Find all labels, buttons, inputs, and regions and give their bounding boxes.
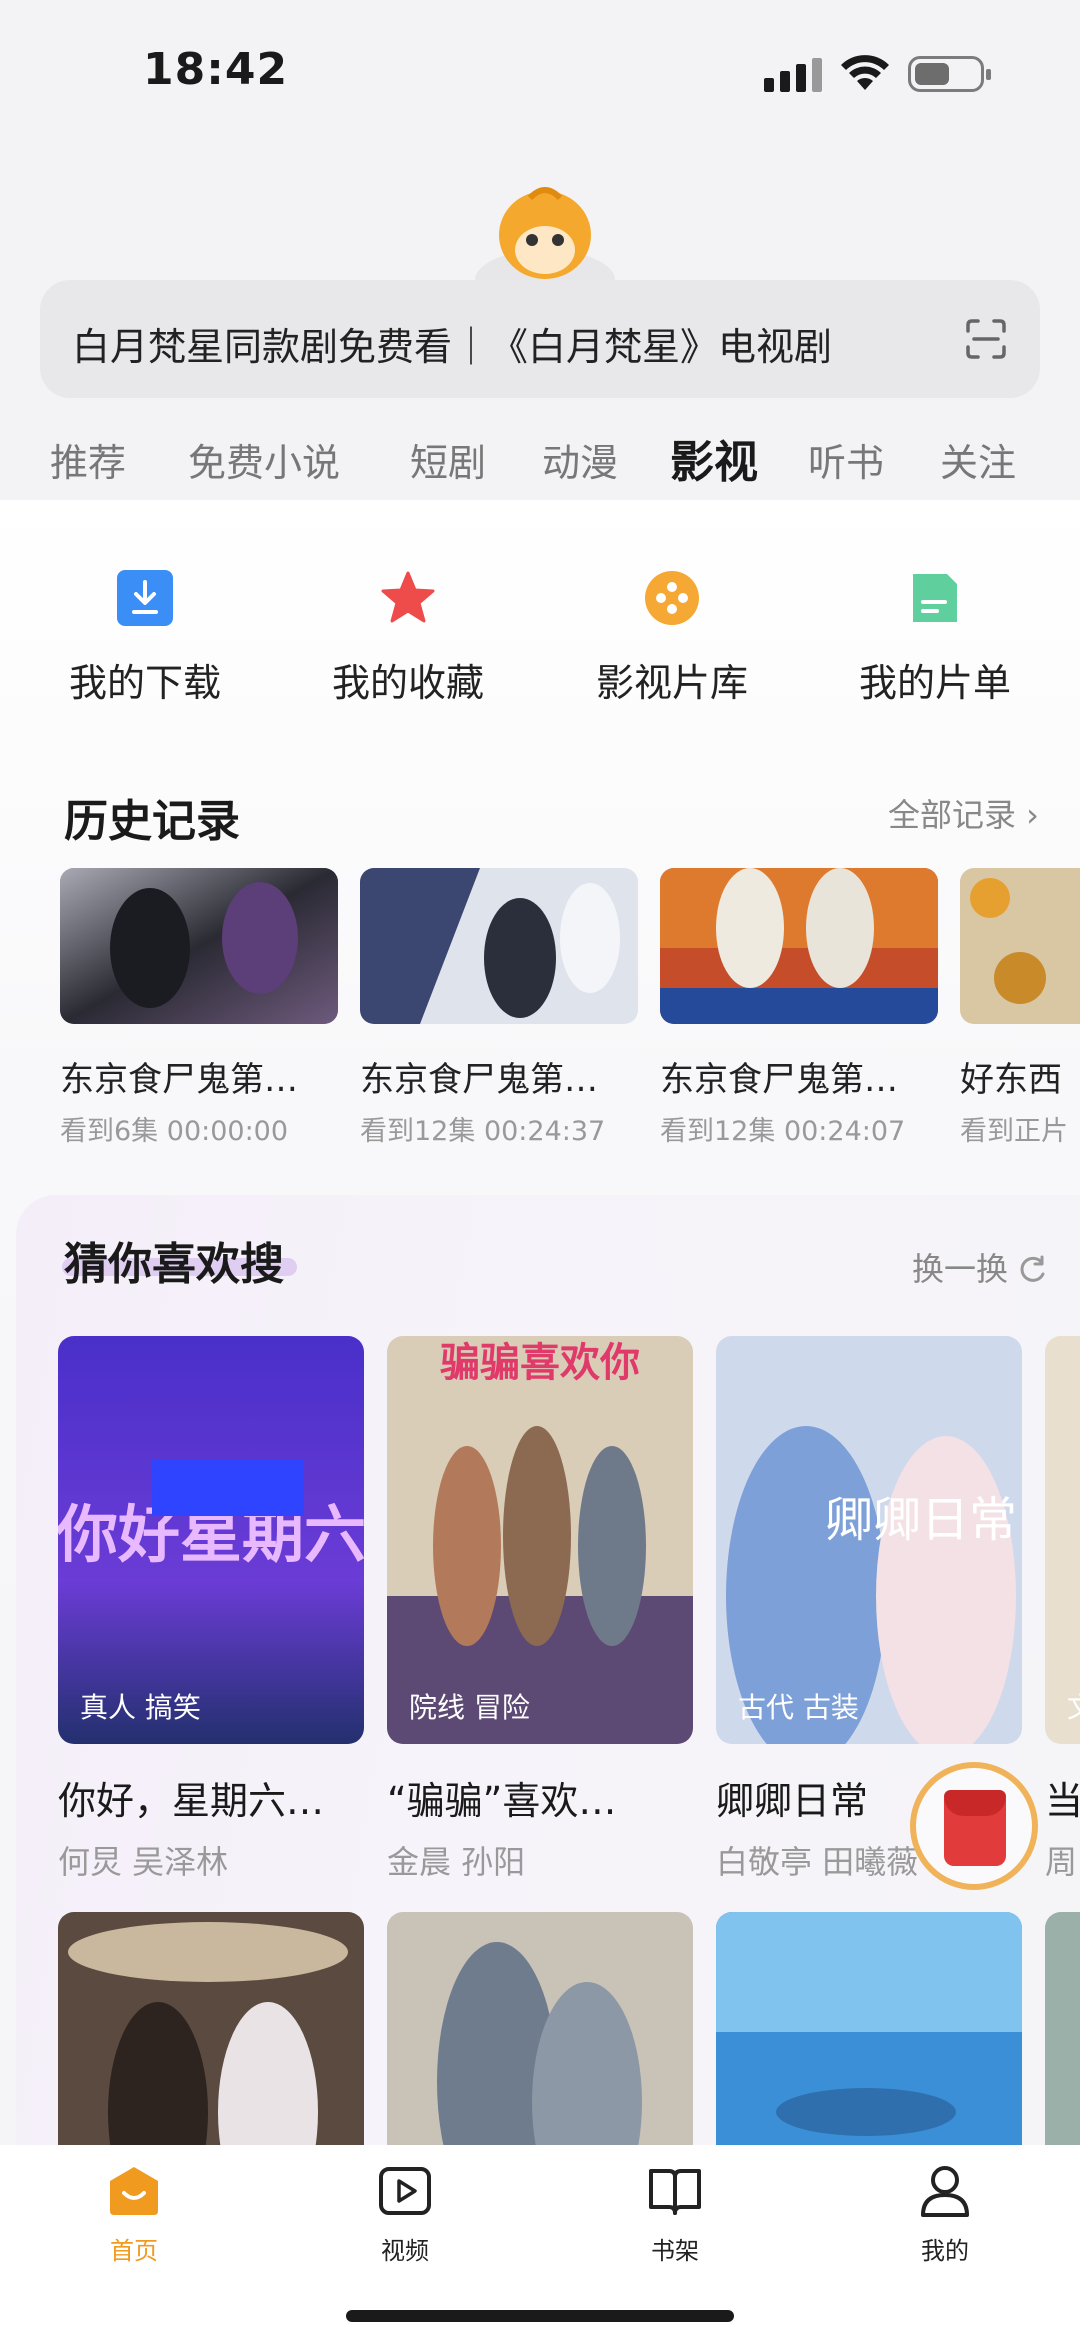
recommend-poster: 骗骗喜欢你 院线 冒险 — [387, 1336, 693, 1744]
refresh-button[interactable]: 换一换 — [912, 1244, 1048, 1290]
tab-anime[interactable]: 动漫 — [542, 432, 618, 487]
play-video-icon — [379, 2167, 431, 2215]
tab-recommend[interactable]: 推荐 — [50, 432, 126, 487]
status-bar: 18:42 — [0, 0, 1080, 150]
status-time: 18:42 — [143, 44, 289, 95]
film-reel-icon — [645, 571, 699, 625]
recommend-poster-partial[interactable] — [1045, 1912, 1080, 2145]
nav-home-label: 首页 — [110, 2237, 158, 2265]
history-thumbnail — [60, 868, 338, 1024]
all-history-link[interactable]: 全部记录 › — [888, 790, 1039, 836]
history-item-title: 东京食尸鬼第… — [660, 1060, 898, 1100]
tab-short-drama[interactable]: 短剧 — [410, 432, 486, 487]
tab-film-tv[interactable]: 影视 — [670, 426, 758, 490]
my-playlist-label: 我的片单 — [858, 661, 1011, 705]
search-bar[interactable]: 白月梵星同款剧免费看｜《白月梵星》电视剧 — [40, 280, 1040, 398]
history-item-progress: 看到12集 00:24:07 — [660, 1116, 906, 1147]
recommend-card[interactable]: 文 当 周 — [1045, 1336, 1080, 1883]
recommend-tags: 院线 冒险 — [409, 1691, 530, 1724]
recommend-cast: 周 — [1045, 1843, 1078, 1881]
nav-video[interactable]: 视频 — [335, 2163, 475, 2266]
my-playlist-button[interactable]: 我的片单 — [825, 570, 1045, 707]
wifi-icon — [841, 55, 889, 90]
recommend-title: “骗骗”喜欢… — [387, 1779, 617, 1823]
history-thumbnail — [360, 868, 638, 1024]
film-library-label: 影视片库 — [595, 661, 748, 705]
history-thumbnail — [660, 868, 938, 1024]
content-panel: 我的下载 我的收藏 影视片库 我的片单 历史记录 全部记录 › 东京食尸鬼第… … — [0, 500, 1080, 2145]
mascot-icon — [475, 187, 615, 280]
nav-video-label: 视频 — [381, 2237, 429, 2265]
history-item-progress: 看到12集 00:24:37 — [360, 1116, 606, 1147]
scan-icon[interactable] — [964, 317, 1008, 361]
refresh-label: 换一换 — [912, 1250, 1009, 1288]
recommend-poster: 你好星期六 真人 搞笑 — [58, 1336, 364, 1744]
star-icon — [381, 571, 435, 623]
film-library-button[interactable]: 影视片库 — [562, 570, 782, 707]
history-title: 历史记录 — [64, 796, 240, 847]
nav-home[interactable]: 首页 — [64, 2163, 204, 2266]
recommend-poster: 卿卿日常 古代 古装 — [716, 1336, 1022, 1744]
my-downloads-button[interactable]: 我的下载 — [35, 570, 255, 707]
recommend-title: 当 — [1045, 1779, 1080, 1823]
history-item[interactable]: 好东西 看到正片 — [960, 868, 1080, 1148]
download-icon — [117, 570, 173, 626]
recommend-poster-partial[interactable] — [716, 1912, 1022, 2145]
nav-profile-label: 我的 — [921, 2237, 969, 2265]
history-item-progress: 看到6集 00:00:00 — [60, 1116, 289, 1147]
tab-audiobook[interactable]: 听书 — [808, 432, 884, 487]
my-downloads-label: 我的下载 — [68, 661, 221, 705]
history-item-title: 东京食尸鬼第… — [360, 1060, 598, 1100]
nav-profile[interactable]: 我的 — [875, 2163, 1015, 2266]
history-item[interactable]: 东京食尸鬼第… 看到12集 00:24:07 — [660, 868, 938, 1148]
home-indicator — [346, 2310, 734, 2322]
home-icon — [110, 2167, 158, 2215]
category-tabs: 推荐 免费小说 短剧 动漫 影视 听书 关注 — [0, 420, 1080, 500]
list-doc-icon — [913, 574, 957, 622]
book-icon — [649, 2169, 701, 2215]
recommend-tags: 古代 古装 — [738, 1691, 859, 1724]
nav-bookshelf[interactable]: 书架 — [605, 2163, 745, 2266]
recommend-title: 你好，星期六… — [58, 1779, 325, 1823]
tab-free-novel[interactable]: 免费小说 — [188, 432, 340, 487]
recommend-poster-partial[interactable] — [58, 1912, 364, 2145]
recommend-poster-partial[interactable] — [387, 1912, 693, 2145]
poster-image: 骗骗喜欢你 — [387, 1336, 693, 1744]
my-favorites-label: 我的收藏 — [331, 661, 484, 705]
recommend-tags: 文 — [1067, 1686, 1080, 1726]
red-packet-icon — [944, 1790, 1006, 1866]
recommend-poster: 文 — [1045, 1336, 1080, 1744]
history-item[interactable]: 东京食尸鬼第… 看到12集 00:24:37 — [360, 868, 638, 1148]
search-suggestion-text: 白月梵星同款剧免费看｜《白月梵星》电视剧 — [72, 325, 833, 369]
recommend-cast: 何炅 吴泽林 — [58, 1843, 229, 1881]
recommend-card[interactable]: 你好星期六 真人 搞笑 你好，星期六… 何炅 吴泽林 — [58, 1336, 364, 1883]
history-thumbnail — [960, 868, 1080, 1024]
nav-bookshelf-label: 书架 — [651, 2237, 699, 2265]
my-favorites-button[interactable]: 我的收藏 — [298, 570, 518, 707]
history-item-progress: 看到正片 — [960, 1116, 1068, 1147]
tab-follow[interactable]: 关注 — [940, 432, 1016, 487]
person-icon — [921, 2166, 969, 2217]
redaction-block — [152, 1460, 304, 1516]
refresh-icon — [1020, 1255, 1045, 1282]
recommend-cast: 金晨 孙阳 — [387, 1843, 526, 1881]
poster-title-art: 卿卿日常 — [825, 1492, 1017, 1548]
red-packet-button[interactable] — [910, 1762, 1038, 1890]
cellular-signal-icon — [764, 58, 822, 92]
history-item-title: 东京食尸鬼第… — [60, 1060, 298, 1100]
poster-image: 卿卿日常 — [716, 1336, 1022, 1744]
recommend-card[interactable]: 骗骗喜欢你 院线 冒险 “骗骗”喜欢… 金晨 孙阳 — [387, 1336, 693, 1883]
poster-image: 你好星期六 — [58, 1336, 364, 1744]
poster-title-art: 骗骗喜欢你 — [440, 1340, 640, 1386]
battery-icon — [908, 56, 991, 92]
guess-title: 猜你喜欢搜 — [64, 1239, 284, 1290]
history-item-title: 好东西 — [960, 1060, 1062, 1100]
recommend-tags: 真人 搞笑 — [80, 1691, 201, 1724]
history-item[interactable]: 东京食尸鬼第… 看到6集 00:00:00 — [60, 868, 338, 1148]
